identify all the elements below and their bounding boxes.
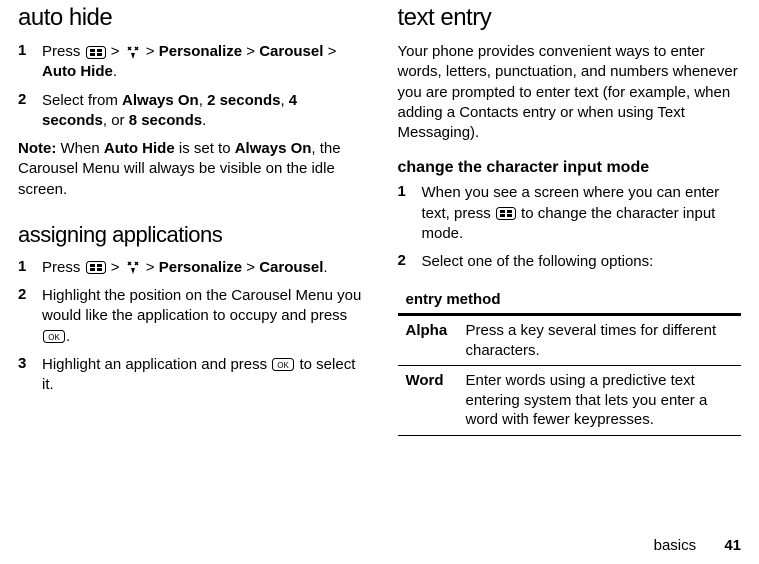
text: Highlight an application and press bbox=[42, 356, 271, 373]
step-row: 2 Select from Always On, 2 seconds, 4 se… bbox=[18, 91, 362, 132]
text: > bbox=[111, 259, 124, 276]
text: > bbox=[328, 43, 337, 60]
ok-key-icon: OK bbox=[43, 330, 65, 343]
step-row: 1 Press > > Personalize > Carousel > Aut… bbox=[18, 42, 362, 83]
menu-key-icon bbox=[86, 46, 106, 59]
settings-tools-icon bbox=[125, 260, 141, 275]
intro-paragraph: Your phone provides convenient ways to e… bbox=[398, 42, 742, 143]
method-desc: Enter words using a predictive text ente… bbox=[458, 366, 742, 436]
page-number: 41 bbox=[724, 537, 741, 554]
step-row: 3 Highlight an application and press OK … bbox=[18, 355, 362, 396]
step-body: Press > > Personalize > Carousel > Auto … bbox=[42, 42, 362, 83]
section-name: basics bbox=[654, 537, 697, 554]
menu-key-icon bbox=[86, 261, 106, 274]
text: Press bbox=[42, 43, 85, 60]
text: When bbox=[56, 140, 104, 157]
text: Select from bbox=[42, 92, 122, 109]
menu-carousel: Carousel bbox=[259, 43, 323, 60]
settings-tools-icon bbox=[125, 45, 141, 60]
step-body: Highlight the position on the Carousel M… bbox=[42, 286, 362, 347]
text: > bbox=[111, 43, 124, 60]
menu-auto-hide: Auto Hide bbox=[42, 63, 113, 80]
step-row: 1 Press > > Personalize > Carousel. bbox=[18, 258, 362, 278]
text: , or bbox=[103, 112, 129, 129]
text: , bbox=[199, 92, 207, 109]
table-row: Word Enter words using a predictive text… bbox=[398, 366, 742, 436]
step-body: Select from Always On, 2 seconds, 4 seco… bbox=[42, 91, 362, 132]
note-paragraph: Note: When Auto Hide is set to Always On… bbox=[18, 139, 362, 200]
heading-change-input-mode: change the character input mode bbox=[398, 159, 742, 177]
menu-personalize: Personalize bbox=[159, 43, 242, 60]
menu-carousel: Carousel bbox=[259, 259, 323, 276]
text: . bbox=[202, 112, 206, 129]
svg-text:OK: OK bbox=[48, 333, 60, 342]
term-auto-hide: Auto Hide bbox=[104, 140, 175, 157]
text: Press bbox=[42, 259, 85, 276]
term-always-on: Always On bbox=[235, 140, 312, 157]
heading-assigning-applications: assigning applications bbox=[18, 222, 362, 248]
right-column: text entry Your phone provides convenien… bbox=[398, 4, 742, 436]
text: > bbox=[246, 259, 259, 276]
ok-key-icon: OK bbox=[272, 358, 294, 371]
text: > bbox=[246, 43, 259, 60]
option-always-on: Always On bbox=[122, 92, 199, 109]
text: . bbox=[323, 259, 327, 276]
step-row: 1 When you see a screen where you can en… bbox=[398, 183, 742, 244]
step-body: Select one of the following options: bbox=[422, 252, 742, 272]
step-number: 1 bbox=[398, 183, 408, 244]
option-8-seconds: 8 seconds bbox=[129, 112, 202, 129]
svg-text:OK: OK bbox=[278, 361, 290, 370]
option-2-seconds: 2 seconds bbox=[207, 92, 280, 109]
note-label: Note: bbox=[18, 140, 56, 157]
step-number: 2 bbox=[398, 252, 408, 272]
text: . bbox=[66, 328, 70, 345]
menu-personalize: Personalize bbox=[159, 259, 242, 276]
table-row: Alpha Press a key several times for diff… bbox=[398, 315, 742, 366]
text: > bbox=[146, 259, 159, 276]
step-number: 2 bbox=[18, 286, 28, 347]
heading-auto-hide: auto hide bbox=[18, 4, 362, 32]
step-number: 2 bbox=[18, 91, 28, 132]
step-number: 1 bbox=[18, 42, 28, 83]
step-row: 2 Highlight the position on the Carousel… bbox=[18, 286, 362, 347]
method-name: Word bbox=[398, 366, 458, 436]
page-footer: basics 41 bbox=[654, 537, 741, 554]
method-name: Alpha bbox=[398, 315, 458, 366]
text: . bbox=[113, 63, 117, 80]
step-body: When you see a screen where you can ente… bbox=[422, 183, 742, 244]
menu-key-icon bbox=[496, 207, 516, 220]
page-columns: auto hide 1 Press > > Personalize > Caro… bbox=[18, 0, 741, 436]
text: Highlight the position on the Carousel M… bbox=[42, 287, 361, 324]
text: is set to bbox=[175, 140, 235, 157]
text: , bbox=[280, 92, 288, 109]
left-column: auto hide 1 Press > > Personalize > Caro… bbox=[18, 4, 362, 436]
text: > bbox=[146, 43, 159, 60]
method-desc: Press a key several times for different … bbox=[458, 315, 742, 366]
step-number: 1 bbox=[18, 258, 28, 278]
step-number: 3 bbox=[18, 355, 28, 396]
step-body: Press > > Personalize > Carousel. bbox=[42, 258, 362, 278]
step-row: 2 Select one of the following options: bbox=[398, 252, 742, 272]
table-header: entry method bbox=[398, 286, 742, 315]
heading-text-entry: text entry bbox=[398, 4, 742, 32]
entry-method-table: entry method Alpha Press a key several t… bbox=[398, 286, 742, 436]
step-body: Highlight an application and press OK to… bbox=[42, 355, 362, 396]
